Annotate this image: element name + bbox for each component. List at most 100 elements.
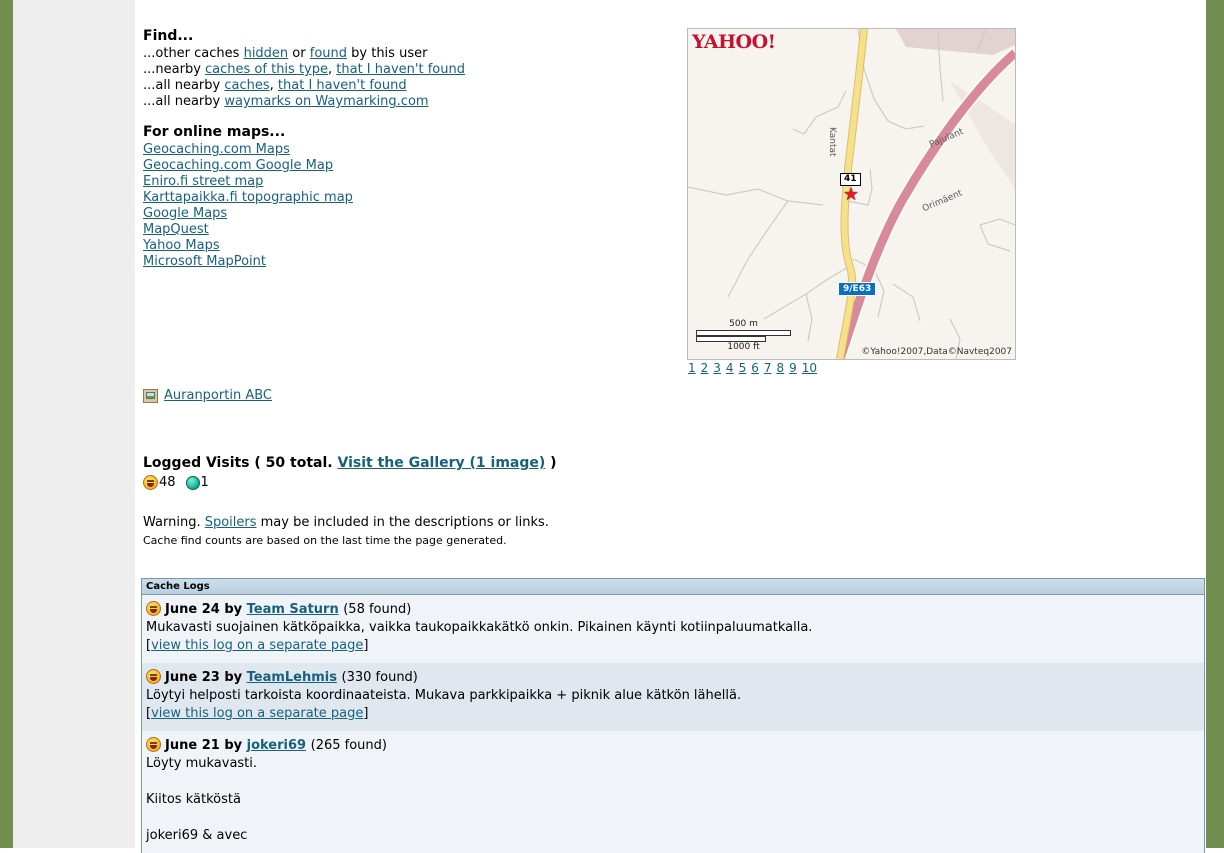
cache-log-date: June 21	[165, 738, 220, 753]
find-link[interactable]: that I haven't found	[278, 78, 407, 93]
map-zoom-level-1[interactable]: 1	[688, 361, 696, 375]
yahoo-map-panel[interactable]: YAHOO! Kantat Pajulant Orimäent 41 9/E63…	[687, 28, 1016, 360]
online-map-link[interactable]: Eniro.fi street map	[143, 174, 563, 190]
cache-log-date: June 24	[165, 602, 220, 617]
map-zoom-level-10[interactable]: 10	[802, 361, 817, 375]
find-line: ...other caches hidden or found by this …	[143, 46, 683, 62]
logged-visits-title-suffix: )	[545, 455, 557, 471]
found-count: 48	[159, 475, 176, 490]
cache-log-entry: June 23 by TeamLehmis (330 found) Löytyi …	[142, 663, 1204, 731]
cache-log-by-label: by	[224, 738, 243, 753]
gallery-image-link-row[interactable]: Auranportin ABC	[143, 388, 272, 403]
cache-marker-star-icon: ★	[843, 184, 860, 205]
find-link[interactable]: hidden	[244, 46, 289, 61]
right-green-stripe	[1206, 0, 1224, 848]
cache-log-entry: June 24 by Team Saturn (58 found) Mukavas…	[142, 595, 1204, 663]
logged-visits-section: Logged Visits ( 50 total. Visit the Gall…	[143, 455, 943, 490]
cache-log-text: Löytyi helposti tarkoista koordinaateist…	[146, 688, 742, 703]
find-text: or	[288, 46, 310, 61]
online-map-link[interactable]: MapQuest	[143, 222, 563, 238]
spoilers-link[interactable]: Spoilers	[205, 515, 257, 530]
map-zoom-level-8[interactable]: 8	[776, 361, 784, 375]
find-link[interactable]: caches of this type	[205, 62, 328, 77]
highway-shield-9e63: 9/E63	[838, 282, 877, 296]
cache-log-user-link[interactable]: TeamLehmis	[247, 670, 337, 685]
find-link[interactable]: caches	[224, 78, 269, 93]
cache-log-header: June 21 by jokeri69 (265 found)	[146, 737, 1198, 755]
map-scale-metric-label: 500 m	[729, 319, 758, 329]
find-line: ...nearby caches of this type, that I ha…	[143, 62, 683, 78]
map-zoom-level-7[interactable]: 7	[764, 361, 772, 375]
online-map-link[interactable]: Microsoft MapPoint	[143, 254, 563, 270]
warning-suffix: may be included in the descriptions or l…	[256, 515, 549, 530]
map-zoom-level-6[interactable]: 6	[751, 361, 759, 375]
map-zoom-level-4[interactable]: 4	[726, 361, 734, 375]
online-maps-section: For online maps... Geocaching.com Maps Ge…	[143, 124, 563, 270]
left-green-stripe	[0, 0, 13, 848]
cache-logs-list: June 24 by Team Saturn (58 found) Mukavas…	[142, 595, 1204, 853]
cache-logs-header: Cache Logs	[142, 579, 1204, 595]
cache-log-header: June 23 by TeamLehmis (330 found)	[146, 669, 1198, 687]
online-map-link[interactable]: Karttapaikka.fi topographic map	[143, 190, 563, 206]
cache-log-text: Mukavasti suojainen kätköpaikka, vaikka …	[146, 620, 813, 635]
spoiler-warning: Warning. Spoilers may be included in the…	[143, 515, 549, 530]
find-line-prefix: ...all nearby	[143, 94, 225, 109]
warning-prefix: Warning.	[143, 515, 205, 530]
online-maps-heading: For online maps...	[143, 124, 286, 140]
map-zoom-level-5[interactable]: 5	[739, 361, 747, 375]
map-road-label-kantat: Kantat	[827, 127, 837, 157]
find-text: ,	[269, 78, 278, 93]
find-link[interactable]: found	[310, 46, 347, 61]
online-map-link[interactable]: Geocaching.com Google Map	[143, 158, 563, 174]
note-icon	[185, 475, 200, 490]
find-link[interactable]: that I haven't found	[336, 62, 465, 77]
cache-log-user-link[interactable]: jokeri69	[247, 738, 306, 753]
cache-log-entry: June 21 by jokeri69 (265 found) Löyty muk…	[142, 731, 1204, 853]
cache-log-found-count: (265 found)	[310, 738, 387, 753]
cache-log-by-label: by	[224, 602, 243, 617]
cache-log-by-label: by	[224, 670, 243, 685]
gallery-image-link[interactable]: Auranportin ABC	[164, 388, 272, 403]
find-line: ...all nearby waymarks on Waymarking.com	[143, 94, 683, 110]
smiley-found-icon	[146, 737, 161, 752]
smiley-found-icon	[146, 669, 161, 684]
logged-visits-total: 50 total.	[265, 455, 338, 471]
cache-log-text: Löyty mukavasti. Kiitos kätköstä jokeri6…	[146, 756, 258, 843]
online-maps-list: Geocaching.com Maps Geocaching.com Google…	[143, 142, 563, 270]
view-log-separate-page-link[interactable]: view this log on a separate page	[151, 638, 363, 653]
cache-log-header: June 24 by Team Saturn (58 found)	[146, 601, 1198, 619]
online-map-link[interactable]: Geocaching.com Maps	[143, 142, 563, 158]
find-text: by this user	[347, 46, 428, 61]
picture-icon	[143, 388, 158, 403]
find-links-list: ...other caches hidden or found by this …	[143, 46, 683, 110]
map-scale-imperial-label: 1000 ft	[727, 342, 760, 352]
map-zoom-pager: 1 2 3 4 5 6 7 8 9 10	[688, 361, 822, 375]
cache-log-user-link[interactable]: Team Saturn	[247, 602, 339, 617]
visit-gallery-link[interactable]: Visit the Gallery (1 image)	[337, 455, 545, 471]
map-zoom-level-9[interactable]: 9	[789, 361, 797, 375]
map-copyright-credit: ©Yahoo!2007,Data©Navteq2007	[861, 347, 1012, 357]
map-zoom-level-2[interactable]: 2	[701, 361, 709, 375]
find-line-prefix: ...nearby	[143, 62, 206, 77]
logged-visits-counts: 48 1	[143, 475, 943, 490]
online-map-link[interactable]: Google Maps	[143, 206, 563, 222]
smiley-found-icon	[146, 601, 161, 616]
logged-visits-title: Logged Visits ( 50 total. Visit the Gall…	[143, 455, 943, 471]
find-line: ...all nearby caches, that I haven't fou…	[143, 78, 683, 94]
online-map-link[interactable]: Yahoo Maps	[143, 238, 563, 254]
find-line-prefix: ...other caches	[143, 46, 244, 61]
map-scalebar: 500 m 1000 ft	[696, 319, 791, 353]
find-link[interactable]: waymarks on Waymarking.com	[224, 94, 428, 109]
view-log-separate-page-link[interactable]: view this log on a separate page	[151, 706, 363, 721]
find-line-prefix: ...all nearby	[143, 78, 225, 93]
page-content: Find... ...other caches hidden or found …	[135, 0, 1206, 853]
cache-log-found-count: (58 found)	[343, 602, 412, 617]
note-count: 1	[200, 475, 209, 490]
cache-log-view-link-row: [view this log on a separate page]	[146, 638, 369, 653]
map-zoom-level-3[interactable]: 3	[713, 361, 721, 375]
cache-logs-panel: Cache Logs June 24 by Team Saturn (58 fo…	[141, 578, 1205, 853]
logged-visits-title-prefix: Logged Visits (	[143, 455, 266, 471]
cache-log-date: June 23	[165, 670, 220, 685]
find-section: Find... ...other caches hidden or found …	[143, 28, 683, 110]
cache-log-view-link-row: [view this log on a separate page]	[146, 706, 369, 721]
